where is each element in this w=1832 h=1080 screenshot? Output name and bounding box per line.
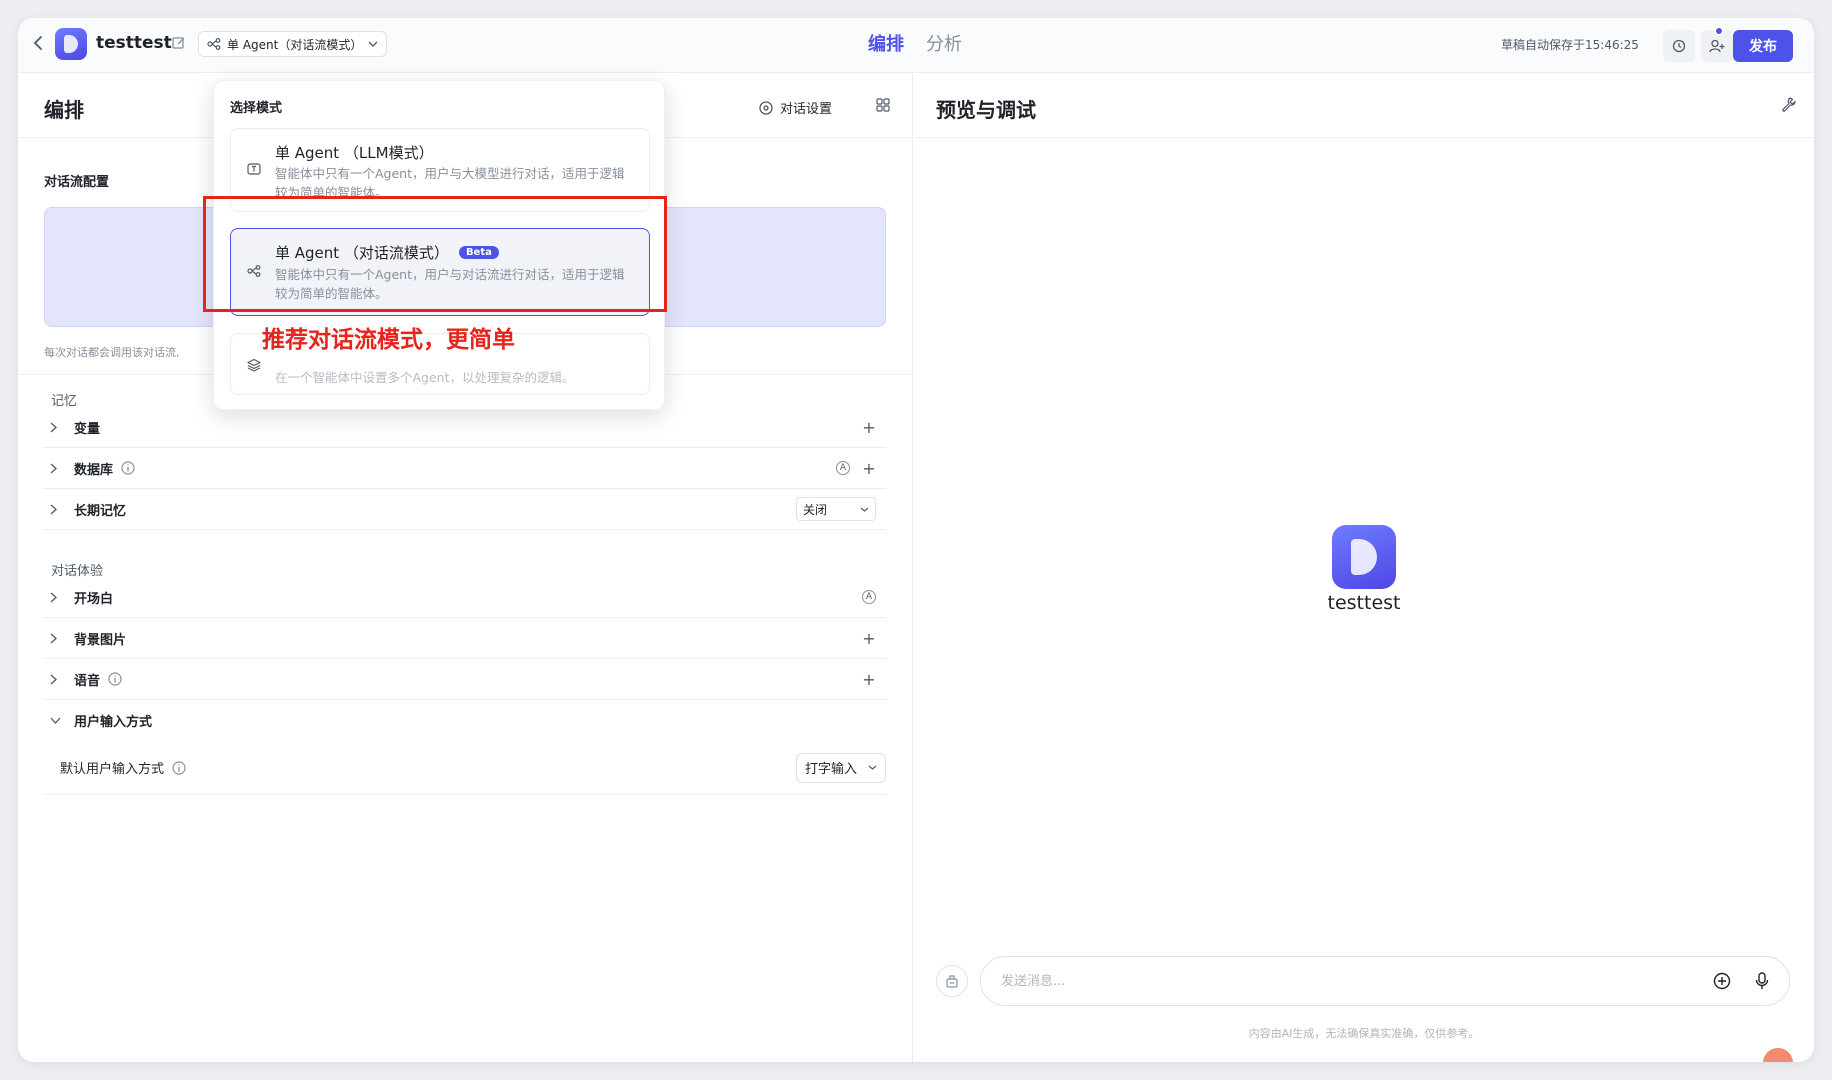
beta-badge: Beta <box>458 246 499 259</box>
annotation-text: 推荐对话流模式，更简单 <box>262 327 515 353</box>
option-title-wrap: 单 Agent （对话流模式） Beta <box>275 242 499 263</box>
option-title: 单 Agent （对话流模式） <box>275 244 449 262</box>
row-label: 开场白 <box>74 591 114 607</box>
option-desc: 智能体中只有一个Agent，用户与对话流进行对话，适用于逻辑较为简单的智能体。 <box>275 267 625 301</box>
layers-icon <box>247 358 261 372</box>
mode-dropdown: 选择模式 单 Agent （LLM模式） 智能体中只有一个Agent，用户与大模… <box>213 80 665 410</box>
select-value: 关闭 <box>803 502 828 517</box>
clear-context-button[interactable] <box>936 965 968 997</box>
user-add-icon <box>1709 39 1725 53</box>
message-input[interactable] <box>1001 973 1713 989</box>
grid-icon[interactable] <box>876 98 890 112</box>
row-default-input: 默认用户输入方式 打字输入 <box>44 741 886 795</box>
info-icon[interactable] <box>121 461 135 475</box>
dropdown-title: 选择模式 <box>230 101 283 116</box>
row-long-term-memory[interactable]: 长期记忆 关闭 <box>44 489 886 530</box>
chevron-right-icon <box>50 463 70 474</box>
option-flow-mode[interactable]: 单 Agent （对话流模式） Beta 智能体中只有一个Agent，用户与对话… <box>230 228 650 316</box>
row-background-image[interactable]: 背景图片 + <box>44 618 886 659</box>
notification-dot <box>1714 26 1724 36</box>
auto-icon[interactable]: A <box>836 461 850 475</box>
option-llm-mode[interactable]: 单 Agent （LLM模式） 智能体中只有一个Agent，用户与大模型进行对话… <box>230 128 650 212</box>
panel-title: 编排 <box>44 98 84 122</box>
top-bar: testtest 单 Agent（对话流模式） 编排 分析 草稿自动保存于15:… <box>18 18 1814 73</box>
bot-name: testtest <box>1327 592 1401 614</box>
row-opening[interactable]: 开场白 A <box>44 577 886 618</box>
add-attachment-icon[interactable] <box>1713 972 1731 990</box>
add-icon[interactable]: + <box>862 459 876 478</box>
option-desc: 智能体中只有一个Agent，用户与大模型进行对话，适用于逻辑较为简单的智能体。 <box>275 166 625 200</box>
row-label: 长期记忆 <box>74 503 127 519</box>
row-user-input-mode[interactable]: 用户输入方式 <box>44 700 886 741</box>
autosave-status: 草稿自动保存于15:46:25 <box>1501 38 1639 52</box>
right-header: 预览与调试 <box>914 74 1814 138</box>
chevron-right-icon <box>50 674 70 685</box>
conversation-settings-button[interactable]: 对话设置 <box>758 98 832 117</box>
tab-orchestrate[interactable]: 编排 <box>868 30 904 56</box>
broom-icon <box>944 973 960 989</box>
wrench-icon[interactable] <box>1780 96 1796 112</box>
preview-panel: 预览与调试 testtest 内容由AI生成，无法确保真实准确，仅供参考。 <box>914 74 1814 1062</box>
option-title: 单 Agent （LLM模式） <box>275 144 434 162</box>
history-icon <box>1672 39 1686 53</box>
mode-selector[interactable]: 单 Agent（对话流模式） <box>198 31 388 57</box>
app-window: testtest 单 Agent（对话流模式） 编排 分析 草稿自动保存于15:… <box>18 18 1814 1062</box>
option-desc: 在一个智能体中设置多个Agent，以处理复杂的逻辑。 <box>275 370 575 385</box>
chevron-down-icon <box>860 507 869 512</box>
tab-analysis[interactable]: 分析 <box>926 30 962 56</box>
history-button[interactable] <box>1663 30 1695 62</box>
chevron-right-icon <box>50 422 70 433</box>
chevron-right-icon <box>50 592 70 603</box>
publish-button[interactable]: 发布 <box>1733 30 1793 62</box>
chevron-down-icon <box>50 717 70 724</box>
chevron-right-icon <box>50 504 70 515</box>
flow-config-label: 对话流配置 <box>44 175 110 190</box>
row-database[interactable]: 数据库 A + <box>44 448 886 489</box>
preview-title: 预览与调试 <box>936 98 1036 122</box>
llm-icon <box>247 162 261 176</box>
auto-icon[interactable]: A <box>862 590 876 604</box>
info-icon[interactable] <box>108 672 122 686</box>
row-label: 背景图片 <box>74 632 127 648</box>
message-input-box <box>980 956 1790 1006</box>
chevron-down-icon <box>368 41 378 47</box>
long-term-memory-select[interactable]: 关闭 <box>796 497 876 521</box>
add-icon[interactable]: + <box>862 629 876 648</box>
row-label: 语音 <box>74 673 101 689</box>
app-name: testtest <box>96 33 172 53</box>
edit-icon[interactable] <box>170 34 188 52</box>
add-icon[interactable]: + <box>862 418 876 437</box>
flow-note: 每次对话都会调用该对话流, <box>44 346 180 359</box>
flow-icon <box>247 265 261 277</box>
row-label: 变量 <box>74 421 101 437</box>
row-voice[interactable]: 语音 + <box>44 659 886 700</box>
ai-disclaimer: 内容由AI生成，无法确保真实准确，仅供参考。 <box>1248 1027 1480 1040</box>
back-icon[interactable] <box>28 32 50 54</box>
microphone-icon[interactable] <box>1755 972 1769 990</box>
select-value: 打字输入 <box>805 762 858 777</box>
flow-icon <box>207 38 221 50</box>
chevron-right-icon <box>50 633 70 644</box>
row-label: 用户输入方式 <box>74 715 153 730</box>
conversation-settings-label: 对话设置 <box>780 102 833 117</box>
row-label: 数据库 <box>74 462 114 478</box>
app-logo <box>55 28 87 60</box>
default-input-select[interactable]: 打字输入 <box>796 752 886 783</box>
center-tabs: 编排 分析 <box>868 30 962 56</box>
info-icon[interactable] <box>172 760 186 775</box>
mode-label: 单 Agent（对话流模式） <box>227 37 363 52</box>
add-icon[interactable]: + <box>862 670 876 689</box>
bot-avatar <box>1332 525 1396 589</box>
row-variables[interactable]: 变量 + <box>44 407 886 448</box>
chevron-down-icon <box>868 765 877 770</box>
default-input-label: 默认用户输入方式 <box>60 762 165 777</box>
chat-settings-icon <box>758 100 774 116</box>
